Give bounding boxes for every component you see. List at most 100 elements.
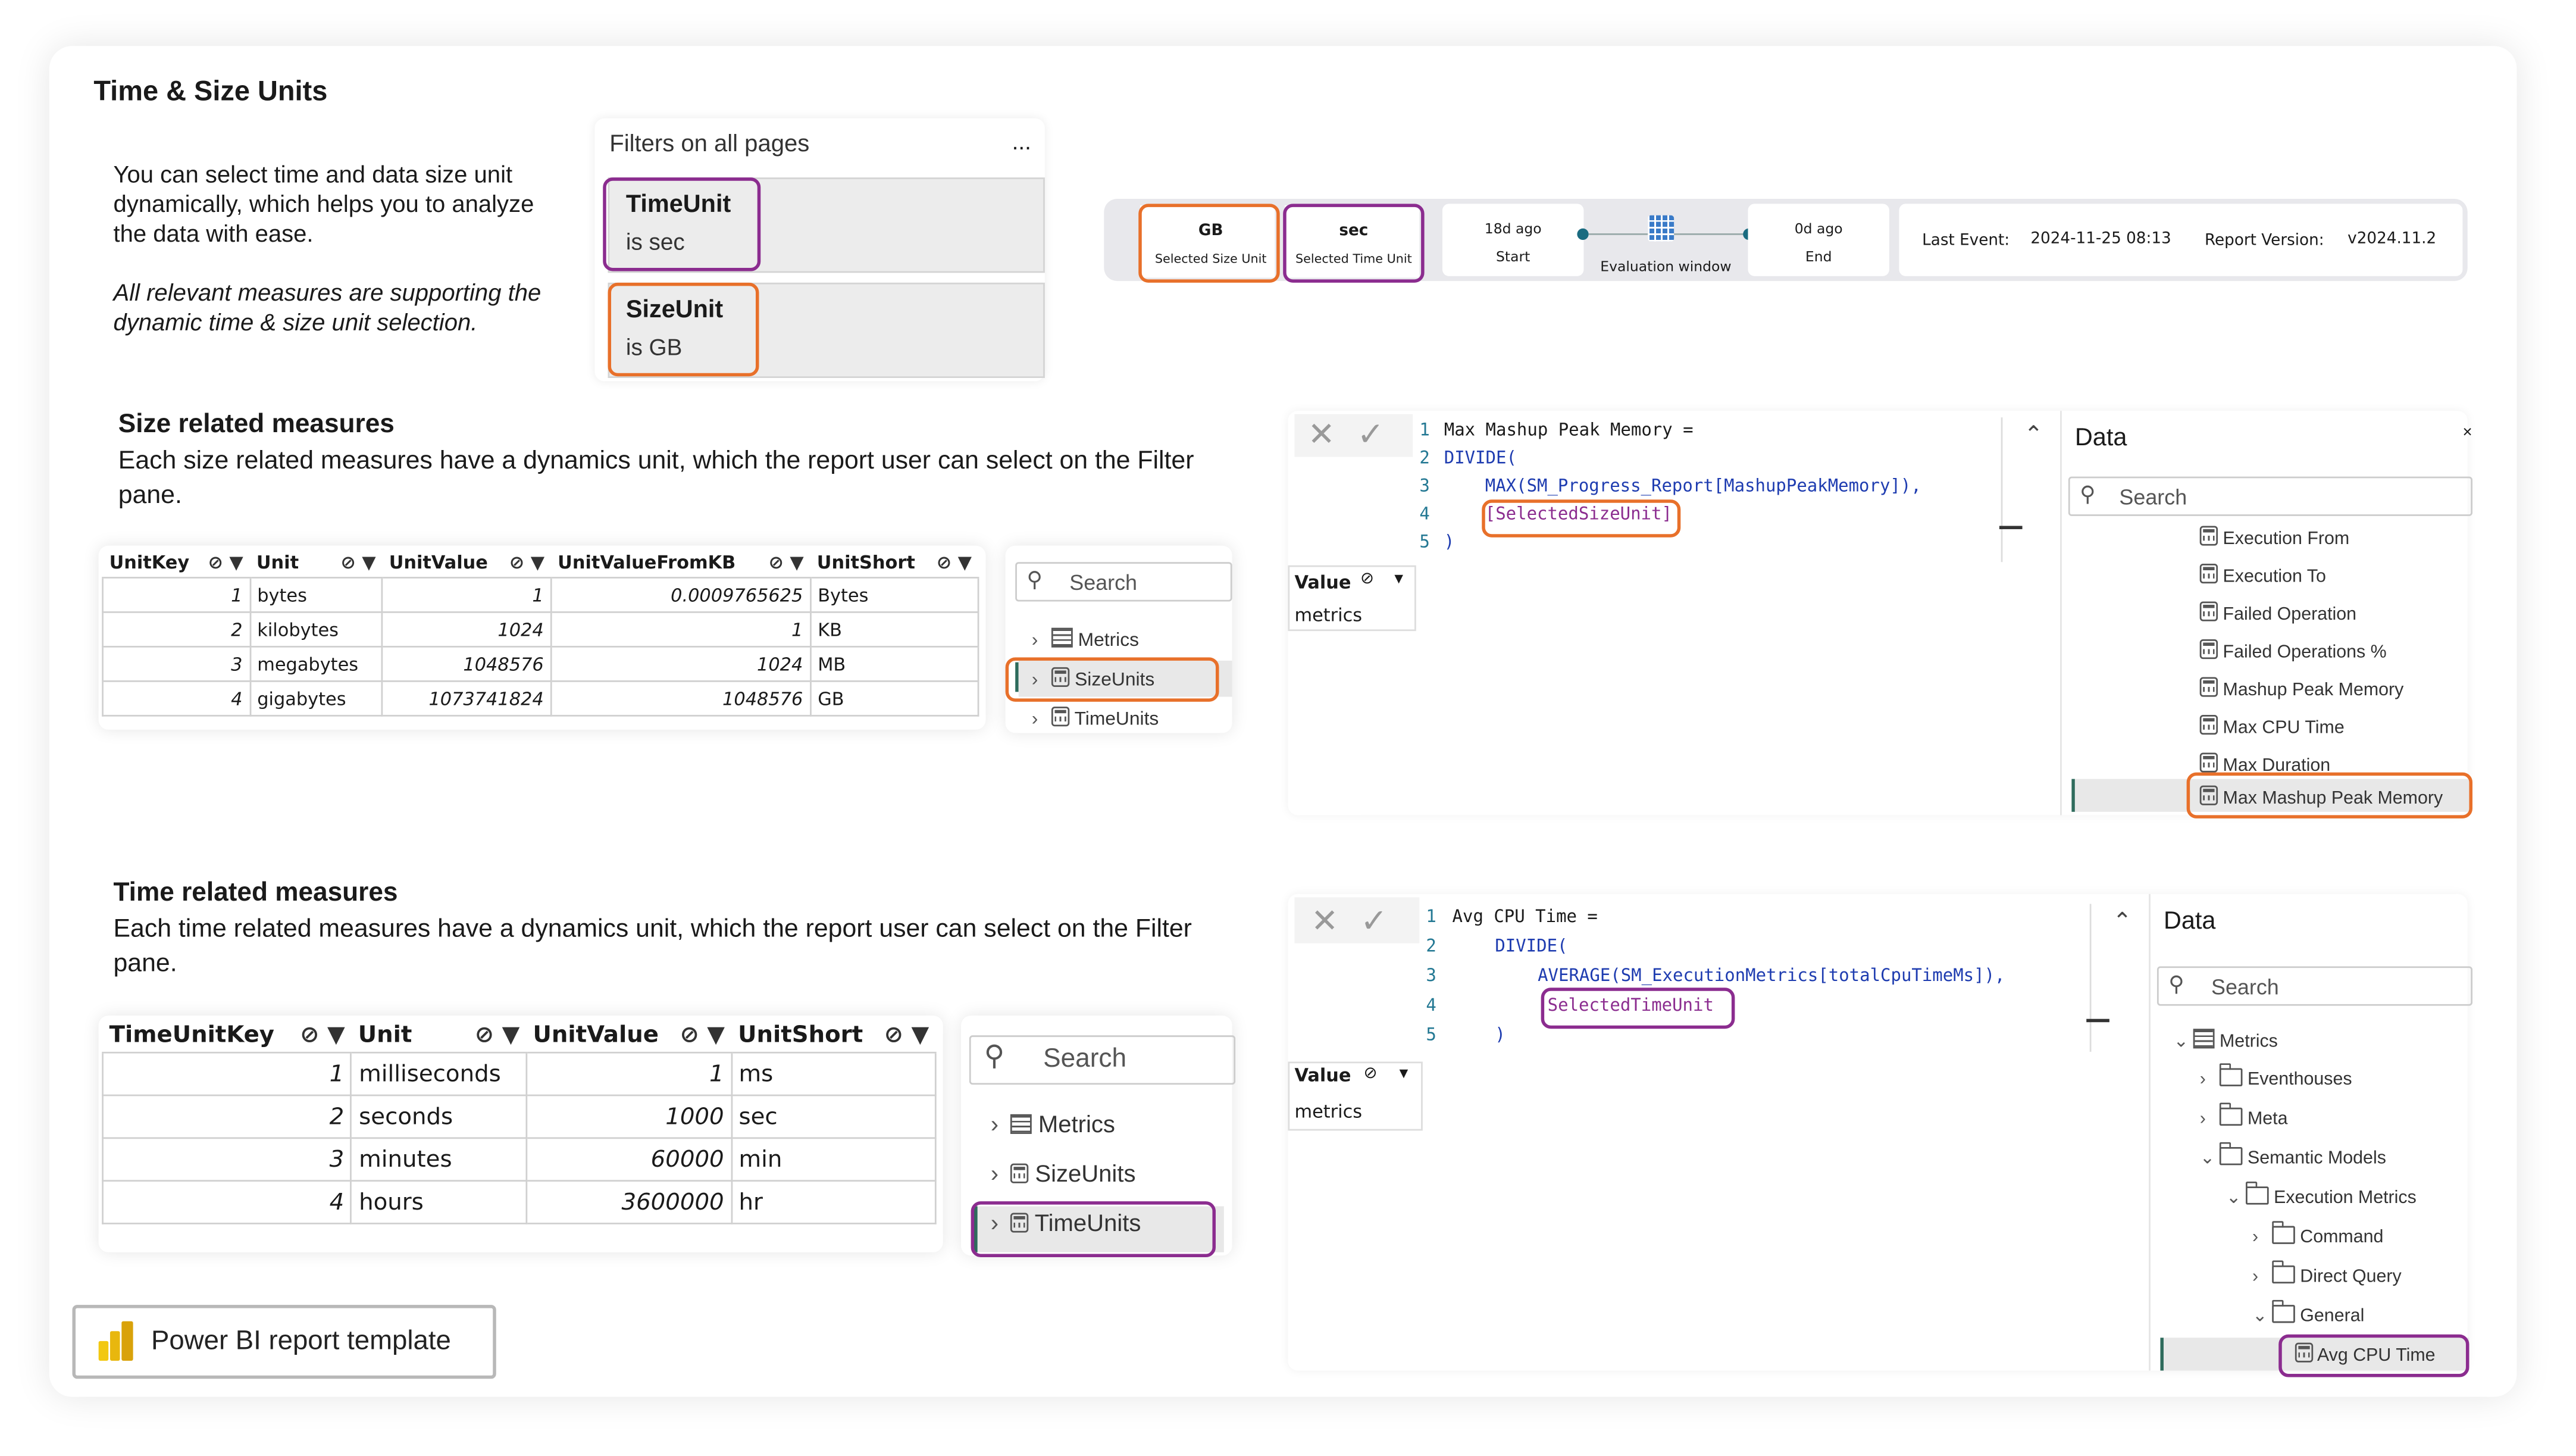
search-icon: ⚲: [2168, 971, 2184, 996]
column-header[interactable]: Unit ⊘ ▼: [249, 549, 383, 579]
hide-and-sort-icons[interactable]: ⊘ ▼: [768, 552, 803, 574]
tree-item-metrics[interactable]: › Metrics: [1032, 627, 1139, 651]
dropdown-icon[interactable]: ▼: [1397, 1065, 1411, 1082]
time-search-input[interactable]: ⚲ Search: [969, 1035, 1236, 1085]
tree-item-sizeunits[interactable]: › SizeUnits: [1032, 667, 1154, 690]
tree-node-direct-query[interactable]: › Direct Query: [2252, 1260, 2402, 1287]
column-header[interactable]: UnitShort ⊘ ▼: [810, 549, 979, 579]
time-dax-editor: ✕ ✓ 1 2 3 4 5 Avg CPU Time = DIVIDE( AVE…: [1288, 893, 2473, 1377]
line-number: 5: [1426, 1025, 1436, 1045]
time-unit-value: sec: [1339, 221, 1369, 240]
column-header[interactable]: Unit ⊘ ▼: [351, 1018, 527, 1054]
tree-node-execution-metrics[interactable]: ⌄ Execution Metrics: [2226, 1182, 2417, 1208]
table-icon: [1010, 1114, 1032, 1134]
time-section-heading: Time related measures: [113, 879, 398, 907]
tree-node-eventhouses[interactable]: › Eventhouses: [2200, 1063, 2352, 1089]
more-options-icon[interactable]: ...: [1012, 128, 1031, 154]
intro-paragraph: You can select time and data size unit d…: [113, 163, 534, 248]
size-search-input[interactable]: ⚲ Search: [1015, 562, 1232, 602]
chevron-down-icon: ⌄: [2199, 1148, 2215, 1168]
filters-header: Filters on all pages: [609, 131, 810, 158]
value-header: Value: [1294, 571, 1351, 593]
minimize-icon[interactable]: [1999, 526, 2023, 529]
calculator-icon: [2199, 752, 2218, 773]
hide-and-sort-icons[interactable]: ⊘ ▼: [509, 552, 544, 574]
tree-node-general[interactable]: ⌄ General: [2252, 1299, 2364, 1326]
table-cell: megabytes: [249, 645, 384, 682]
measure-item[interactable]: Max CPU Time: [2199, 714, 2345, 738]
line-number: 1: [1426, 907, 1436, 927]
measure-item[interactable]: Execution To: [2199, 563, 2326, 587]
collapse-icon[interactable]: ⌃: [2112, 907, 2131, 935]
report-version-value: v2024.11.2: [2347, 230, 2437, 248]
value-cell: metrics: [1294, 1101, 1363, 1123]
size-data-search[interactable]: ⚲ Search: [2068, 476, 2473, 516]
calculator-icon: [2295, 1342, 2314, 1363]
measure-max-mashup-peak-memory[interactable]: Max Mashup Peak Memory: [2199, 785, 2443, 808]
hide-and-sort-icons[interactable]: ⊘ ▼: [475, 1022, 520, 1048]
table-cell: 1: [102, 577, 251, 613]
hide-and-sort-icons[interactable]: ⊘ ▼: [208, 552, 243, 574]
hide-and-sort-icons[interactable]: ⊘ ▼: [884, 1022, 929, 1048]
measure-item[interactable]: Execution From: [2199, 526, 2349, 549]
tree-node-command[interactable]: › Command: [2252, 1221, 2383, 1247]
tree-item-sizeunits[interactable]: › SizeUnits: [991, 1162, 1136, 1188]
tree-item-metrics[interactable]: › Metrics: [991, 1113, 1115, 1139]
table-cell: 0.0009765625: [550, 577, 812, 613]
last-event-label: Last Event:: [1922, 232, 2010, 250]
time-data-search[interactable]: ⚲ Search: [2156, 966, 2473, 1006]
table-cell: hours: [350, 1180, 527, 1224]
table-row: 2 kilobytes 1024 1 KB: [102, 611, 979, 648]
hide-icon[interactable]: ⊘: [1360, 570, 1374, 588]
folder-icon: [2272, 1299, 2295, 1323]
size-section-text: Each size related measures have a dynami…: [118, 446, 1194, 510]
time-code-area[interactable]: 1 2 3 4 5 Avg CPU Time = DIVIDE( AVERAGE…: [1419, 904, 2142, 1055]
chevron-right-icon: ›: [990, 1161, 999, 1189]
column-header[interactable]: UnitValueFromKB ⊘ ▼: [551, 549, 810, 579]
commit-icon[interactable]: ✓: [1360, 901, 1388, 942]
collapse-icon[interactable]: ⌃: [2024, 421, 2043, 449]
column-header[interactable]: UnitShort ⊘ ▼: [731, 1018, 936, 1054]
measure-avg-cpu-time[interactable]: Avg CPU Time: [2295, 1342, 2436, 1366]
calendar-icon[interactable]: [1648, 215, 1674, 242]
column-header[interactable]: UnitValue ⊘ ▼: [382, 549, 552, 579]
evaluation-window-label: Evaluation window: [1600, 260, 1732, 276]
hide-icon[interactable]: ⊘: [1363, 1065, 1377, 1083]
column-header[interactable]: UnitValue ⊘ ▼: [526, 1018, 732, 1054]
filters-pane: Filters on all pages ... TimeUnit is sec…: [594, 118, 1045, 382]
tree-node-metrics[interactable]: ⌄ Metrics: [2174, 1029, 2278, 1052]
commit-icon[interactable]: ✓: [1357, 414, 1384, 455]
chevron-right-icon: ›: [990, 1211, 999, 1238]
measure-item[interactable]: Failed Operation: [2199, 601, 2356, 624]
tree-item-timeunits[interactable]: › TimeUnits: [1032, 707, 1159, 730]
cancel-icon[interactable]: ✕: [1308, 414, 1335, 455]
hide-and-sort-icons[interactable]: ⊘ ▼: [300, 1022, 345, 1048]
tree-node-semantic-models[interactable]: ⌄ Semantic Models: [2199, 1142, 2386, 1168]
tree-item-timeunits[interactable]: › TimeUnits: [991, 1211, 1141, 1238]
size-code-area[interactable]: 1 2 3 4 5 Max Mashup Peak Memory = DIVID…: [1413, 417, 2054, 562]
powerbi-template-button[interactable]: Power BI report template: [72, 1305, 496, 1379]
folder-icon: [2219, 1102, 2243, 1126]
window-left-handle[interactable]: [1577, 228, 1589, 240]
hide-and-sort-icons[interactable]: ⊘ ▼: [937, 552, 972, 574]
dropdown-icon[interactable]: ▼: [1391, 570, 1406, 587]
minimize-icon[interactable]: [2086, 1018, 2109, 1023]
time-tile-highlight: [1283, 204, 1425, 283]
search-placeholder: Search: [2211, 974, 2279, 999]
column-header[interactable]: TimeUnitKey ⊘ ▼: [102, 1018, 352, 1054]
table-cell: 1048576: [550, 680, 812, 717]
hide-and-sort-icons[interactable]: ⊘ ▼: [680, 1022, 725, 1048]
code-line: DIVIDE(: [1444, 448, 1517, 468]
measure-item[interactable]: Mashup Peak Memory: [2199, 677, 2403, 700]
hide-and-sort-icons[interactable]: ⊘ ▼: [340, 552, 375, 574]
tree-node-meta[interactable]: › Meta: [2200, 1102, 2288, 1129]
table-row: 3 minutes 60000 min: [102, 1137, 937, 1182]
cancel-icon[interactable]: ✕: [1311, 901, 1338, 942]
close-icon[interactable]: ×: [2462, 424, 2472, 442]
measure-item[interactable]: Failed Operations %: [2199, 639, 2387, 663]
value-header: Value: [1294, 1064, 1351, 1086]
column-header[interactable]: UnitKey ⊘ ▼: [102, 549, 250, 579]
table-cell: 1: [381, 577, 552, 613]
start-label: Start: [1496, 249, 1530, 267]
page-title: Time & Size Units: [93, 75, 328, 107]
